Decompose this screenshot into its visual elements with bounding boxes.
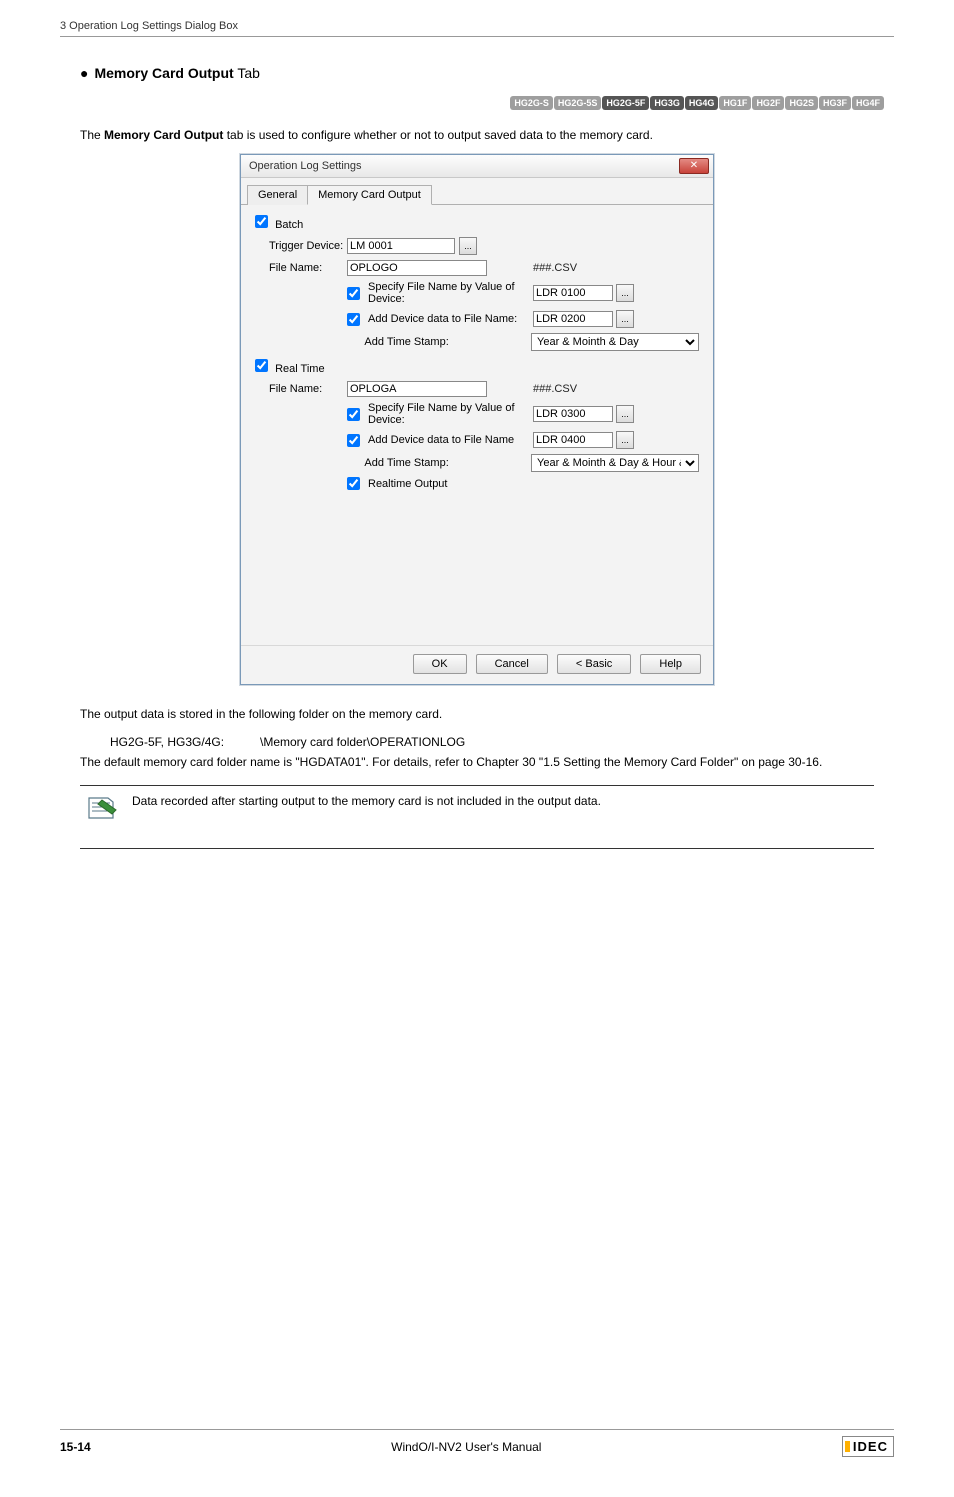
batch-add-device-label: Add Device data to File Name: [368,313,517,325]
model-badge: HG2F [752,96,784,110]
realtime-label: Real Time [275,363,325,375]
realtime-group: Real Time File Name: ###.CSV Specify Fil… [255,359,699,490]
folder-path-value: \Memory card folder\OPERATIONLOG [260,735,465,749]
folder-path-row: HG2G-5F, HG3G/4G: \Memory card folder\OP… [110,735,874,749]
batch-specify-file-input[interactable] [533,285,613,301]
model-badge: HG4G [685,96,719,110]
batch-add-device-browse-button[interactable]: ... [616,310,634,328]
note-icon [86,794,118,822]
page-footer: 15-14 WindO/I-NV2 User's Manual IDEC [60,1429,894,1457]
realtime-specify-file-label: Specify File Name by Value of Device: [368,402,525,426]
batch-checkbox[interactable] [255,215,268,228]
folder-path-models: HG2G-5F, HG3G/4G: [110,735,260,749]
model-badge: HG2S [785,96,818,110]
idec-logo: IDEC [842,1436,894,1457]
model-badge: HG4F [852,96,884,110]
realtime-file-name-label: File Name: [269,383,347,395]
model-badge: HG3G [650,96,684,110]
model-badges: HG2G-SHG2G-5SHG2G-5FHG3GHG4GHG1FHG2FHG2S… [60,95,894,110]
batch-time-stamp-label: Add Time Stamp: [346,336,448,348]
basic-button[interactable]: < Basic [557,654,631,674]
model-badge: HG2G-5F [602,96,649,110]
realtime-add-device-browse-button[interactable]: ... [616,431,634,449]
intro-bold: Memory Card Output [104,128,223,142]
realtime-add-device-input[interactable] [533,432,613,448]
realtime-time-stamp-label: Add Time Stamp: [346,457,448,469]
batch-specify-file-checkbox[interactable] [347,287,360,300]
intro-pre: The [80,128,104,142]
dialog-title-bar: Operation Log Settings ✕ [241,155,713,178]
batch-checkbox-row: Batch [255,215,699,231]
batch-specify-file-label: Specify File Name by Value of Device: [368,281,525,305]
dialog-tabs: General Memory Card Output [241,178,713,205]
batch-file-name-label: File Name: [269,262,347,274]
note-block: Data recorded after starting output to t… [80,785,874,849]
model-badge: HG1F [719,96,751,110]
page-header: 3 Operation Log Settings Dialog Box [60,20,894,37]
output-folder-intro: The output data is stored in the followi… [80,705,874,723]
dialog-body: Batch Trigger Device: ... File Name: ###… [241,205,713,645]
default-folder-note: The default memory card folder name is "… [80,753,874,771]
help-button[interactable]: Help [640,654,701,674]
trigger-device-browse-button[interactable]: ... [459,237,477,255]
realtime-checkbox-row: Real Time [255,359,699,375]
dialog-title-text: Operation Log Settings [249,160,362,172]
batch-file-name-input[interactable] [347,260,487,276]
dialog-button-row: OK Cancel < Basic Help [241,645,713,684]
tab-memory-card-output[interactable]: Memory Card Output [307,185,432,205]
trigger-device-label: Trigger Device: [269,240,347,252]
trigger-device-input[interactable] [347,238,455,254]
batch-specify-file-browse-button[interactable]: ... [616,284,634,302]
batch-label: Batch [275,219,303,231]
note-text: Data recorded after starting output to t… [132,794,601,822]
ok-button[interactable]: OK [413,654,467,674]
operation-log-settings-dialog: Operation Log Settings ✕ General Memory … [240,154,714,685]
realtime-add-device-label: Add Device data to File Name [368,434,514,446]
batch-file-ext: ###.CSV [533,262,577,274]
realtime-specify-file-input[interactable] [533,406,613,422]
realtime-file-ext: ###.CSV [533,383,577,395]
section-title-rest: Tab [234,65,260,81]
realtime-specify-file-browse-button[interactable]: ... [616,405,634,423]
intro-paragraph: The Memory Card Output tab is used to co… [80,128,874,142]
realtime-checkbox[interactable] [255,359,268,372]
tab-general[interactable]: General [247,185,308,205]
model-badge: HG3F [819,96,851,110]
batch-group: Batch Trigger Device: ... File Name: ###… [255,215,699,351]
model-badge: HG2G-5S [554,96,602,110]
realtime-specify-file-checkbox[interactable] [347,408,360,421]
manual-title: WindO/I-NV2 User's Manual [391,1440,541,1454]
page-number: 15-14 [60,1440,91,1454]
section-title: ● Memory Card Output Tab [60,65,894,81]
batch-add-device-checkbox[interactable] [347,313,360,326]
close-button[interactable]: ✕ [679,158,709,174]
realtime-time-stamp-select[interactable]: Year & Mointh & Day & Hour & Minute [531,454,699,472]
intro-post: tab is used to configure whether or not … [223,128,653,142]
realtime-output-checkbox[interactable] [347,477,360,490]
realtime-add-device-checkbox[interactable] [347,434,360,447]
realtime-output-label: Realtime Output [368,478,447,490]
model-badge: HG2G-S [510,96,553,110]
section-bullet: ● [80,65,88,81]
section-title-bold: Memory Card Output [94,65,233,81]
realtime-file-name-input[interactable] [347,381,487,397]
cancel-button[interactable]: Cancel [476,654,548,674]
batch-time-stamp-select[interactable]: Year & Mointh & Day [531,333,699,351]
batch-add-device-input[interactable] [533,311,613,327]
